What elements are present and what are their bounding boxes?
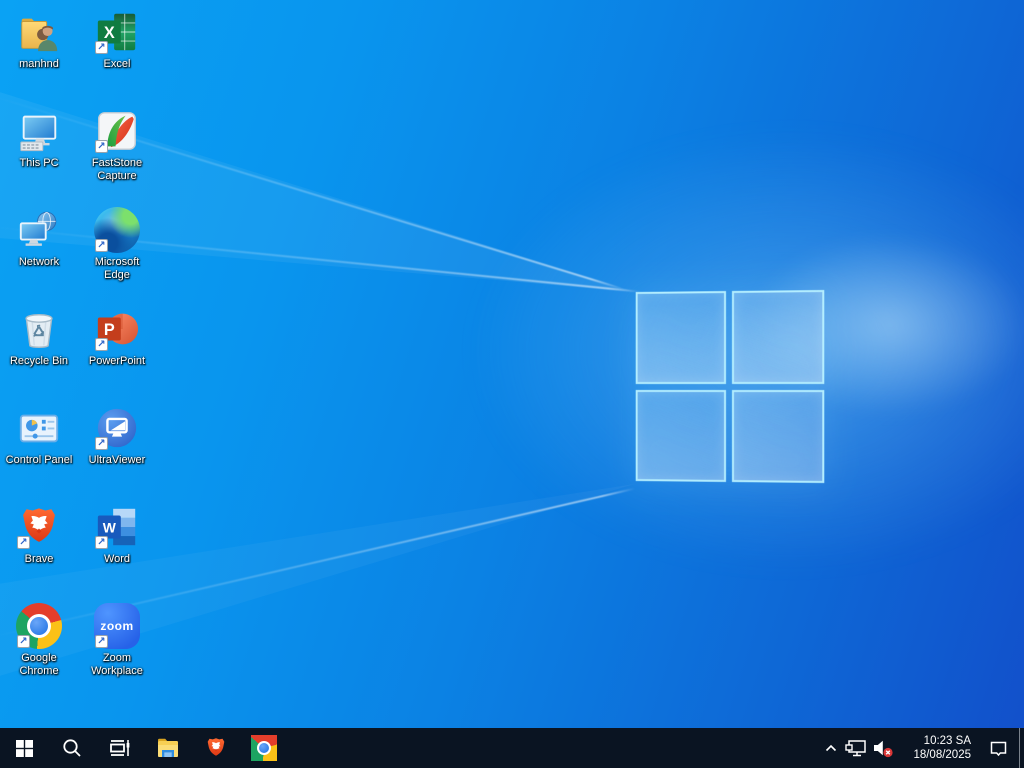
desktop-icon-ultraviewer[interactable]: ↗ UltraViewer xyxy=(78,396,156,495)
zoom-icon-text: zoom xyxy=(100,619,133,633)
action-center-button[interactable] xyxy=(977,728,1019,768)
task-view-button[interactable] xyxy=(96,728,144,768)
desktop-icon-label: This PC xyxy=(19,157,58,170)
desktop-icon-faststone[interactable]: ↗ FastStone Capture xyxy=(78,99,156,198)
desktop-icon-this-pc[interactable]: This PC xyxy=(0,99,78,198)
desktop-icon-excel[interactable]: X ↗ Excel xyxy=(78,0,156,99)
taskbar-clock[interactable]: 10:23 SA 18/08/2025 xyxy=(901,734,971,762)
desktop-icon-label: UltraViewer xyxy=(89,454,146,467)
desktop-icon-label: PowerPoint xyxy=(89,355,145,368)
shortcut-arrow-icon: ↗ xyxy=(95,635,108,648)
show-desktop-button[interactable] xyxy=(1019,728,1024,768)
windows-logo-pane xyxy=(636,291,726,383)
taskbar-left xyxy=(0,728,288,768)
shortcut-arrow-icon: ↗ xyxy=(95,437,108,450)
zoom-workplace-icon: zoom ↗ xyxy=(94,603,140,649)
desktop-icon-column-1: manhnd This PC xyxy=(0,0,78,693)
recycle-bin-icon xyxy=(16,306,62,352)
desktop-icon-google-chrome[interactable]: ↗ Google Chrome xyxy=(0,594,78,693)
network-globe-icon xyxy=(16,207,62,253)
clock-time: 10:23 SA xyxy=(901,734,971,748)
file-explorer-icon xyxy=(156,737,180,759)
shortcut-arrow-icon: ↗ xyxy=(95,338,108,351)
desktop-icon-control-panel[interactable]: Control Panel xyxy=(0,396,78,495)
taskbar-chrome-button[interactable] xyxy=(240,728,288,768)
shortcut-arrow-icon: ↗ xyxy=(95,140,108,153)
desktop-icon-zoom[interactable]: zoom ↗ Zoom Workplace xyxy=(78,594,156,693)
volume-muted-icon xyxy=(872,738,894,758)
search-icon xyxy=(62,738,82,758)
shortcut-arrow-icon: ↗ xyxy=(17,635,30,648)
desktop-icon-label: Microsoft Edge xyxy=(95,256,140,282)
word-letter: W xyxy=(103,520,117,536)
user-folder-icon xyxy=(16,9,62,55)
desktop-icon-label: Brave xyxy=(25,553,54,566)
task-view-icon xyxy=(109,738,131,758)
network-ethernet-icon xyxy=(845,739,866,758)
windows-logo-pane xyxy=(732,290,824,384)
desktop-icon-column-2: X ↗ Excel ↗ FastStone Capture xyxy=(78,0,156,693)
shortcut-arrow-icon: ↗ xyxy=(95,536,108,549)
taskbar-brave-button[interactable] xyxy=(192,728,240,768)
desktop-icon-label: Word xyxy=(104,553,130,566)
search-button[interactable] xyxy=(48,728,96,768)
windows-logo xyxy=(636,290,825,483)
word-icon: W ↗ xyxy=(94,504,140,550)
file-explorer-button[interactable] xyxy=(144,728,192,768)
excel-letter: X xyxy=(104,24,115,42)
chrome-icon xyxy=(251,735,277,761)
chevron-up-icon xyxy=(825,744,837,752)
clock-date: 18/08/2025 xyxy=(901,748,971,762)
desktop-icon-edge[interactable]: ↗ Microsoft Edge xyxy=(78,198,156,297)
microsoft-edge-icon: ↗ xyxy=(94,207,140,253)
powerpoint-icon: P ↗ xyxy=(94,306,140,352)
windows-start-icon xyxy=(16,740,33,757)
desktop-icon-label: manhnd xyxy=(19,58,59,71)
desktop-icon-label: Recycle Bin xyxy=(10,355,68,368)
excel-icon: X ↗ xyxy=(94,9,140,55)
shortcut-arrow-icon: ↗ xyxy=(95,41,108,54)
tray-network-button[interactable] xyxy=(842,728,869,768)
start-button[interactable] xyxy=(0,728,48,768)
desktop-icon-brave[interactable]: ↗ Brave xyxy=(0,495,78,594)
shortcut-arrow-icon: ↗ xyxy=(17,536,30,549)
desktop-icon-recycle-bin[interactable]: Recycle Bin xyxy=(0,297,78,396)
this-pc-icon xyxy=(16,108,62,154)
desktop-icon-label: Network xyxy=(19,256,59,269)
desktop-icon-network[interactable]: Network xyxy=(0,198,78,297)
ultraviewer-icon: ↗ xyxy=(94,405,140,451)
desktop-icon-powerpoint[interactable]: P ↗ PowerPoint xyxy=(78,297,156,396)
system-tray: 10:23 SA 18/08/2025 xyxy=(820,728,1024,768)
desktop-icon-label: Zoom Workplace xyxy=(91,652,143,678)
desktop-icon-label: FastStone Capture xyxy=(92,157,142,183)
faststone-capture-icon: ↗ xyxy=(94,108,140,154)
taskbar: 10:23 SA 18/08/2025 xyxy=(0,728,1024,768)
brave-icon: ↗ xyxy=(16,504,62,550)
windows-logo-pane xyxy=(732,390,824,484)
tray-volume-button[interactable] xyxy=(869,728,897,768)
powerpoint-letter: P xyxy=(104,321,115,339)
windows-desktop: manhnd This PC xyxy=(0,0,1024,768)
desktop-icon-manhnd[interactable]: manhnd xyxy=(0,0,78,99)
desktop-icon-label: Excel xyxy=(104,58,131,71)
brave-icon xyxy=(204,736,228,760)
desktop-icon-word[interactable]: W ↗ Word xyxy=(78,495,156,594)
windows-logo-pane xyxy=(636,389,726,481)
shortcut-arrow-icon: ↗ xyxy=(95,239,108,252)
chrome-icon: ↗ xyxy=(16,603,62,649)
desktop-icon-label: Control Panel xyxy=(6,454,73,467)
desktop-icon-label: Google Chrome xyxy=(19,652,58,678)
control-panel-icon xyxy=(16,405,62,451)
tray-overflow-button[interactable] xyxy=(820,728,842,768)
action-center-icon xyxy=(989,740,1008,757)
